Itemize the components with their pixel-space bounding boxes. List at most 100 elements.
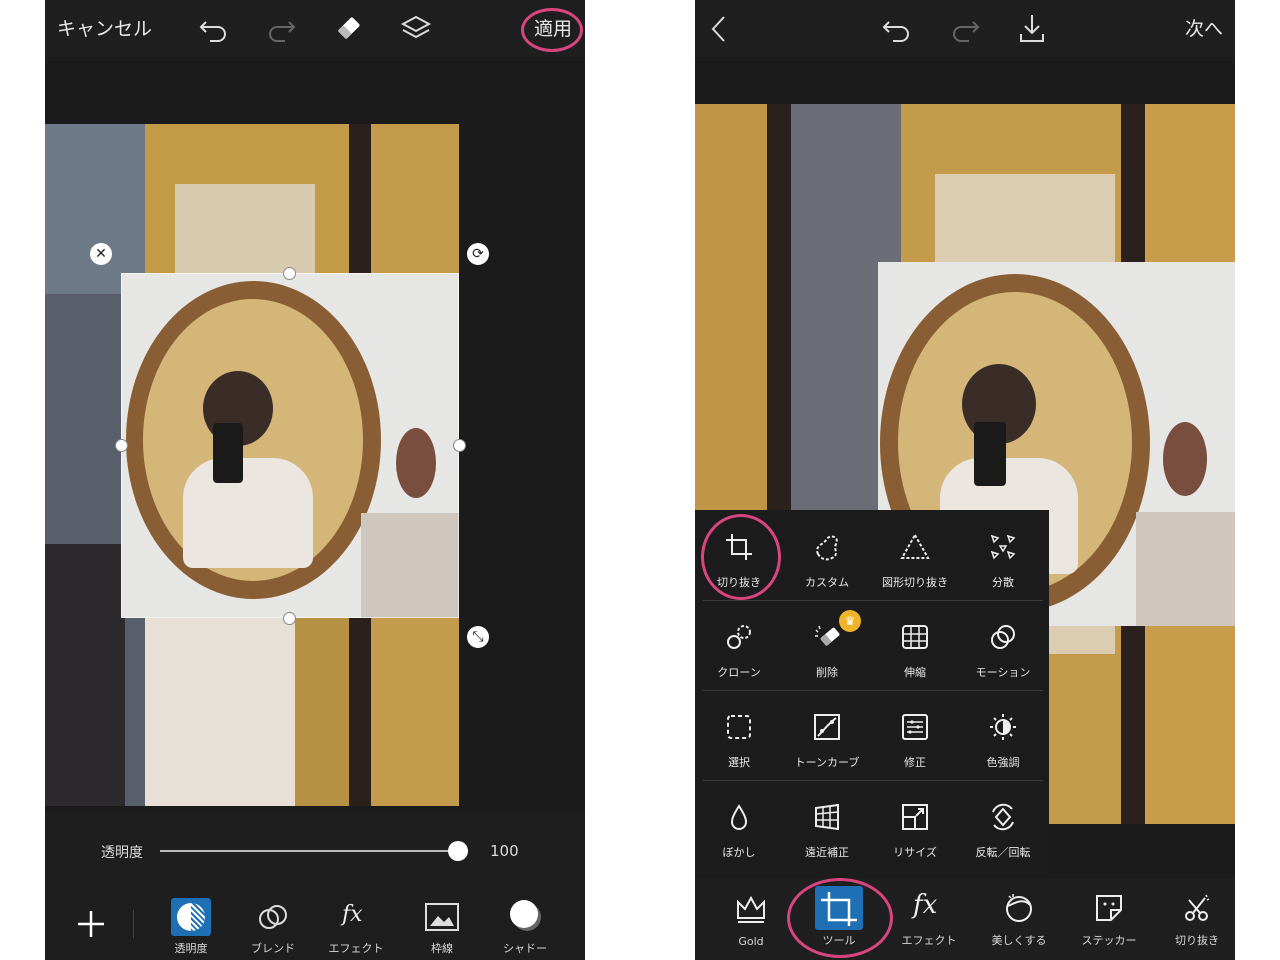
eraser-icon[interactable]	[333, 12, 365, 44]
adjust-icon	[902, 714, 928, 740]
resize-handle-left[interactable]	[115, 439, 128, 452]
tool-tone-curve[interactable]: トーンカーブ	[783, 690, 871, 780]
flip-rotate-icon	[992, 803, 1014, 831]
tab-opacity-label: 透明度	[174, 942, 208, 955]
tool-blur[interactable]: ぼかし	[695, 780, 783, 870]
tool-label: リサイズ	[893, 846, 937, 859]
custom-shape-icon	[816, 535, 838, 561]
tool-label: 分散	[992, 576, 1014, 589]
tab-effects-label: エフェクト	[328, 942, 384, 955]
tools-highlight-ring	[787, 878, 893, 958]
tool-label: トーンカーブ	[794, 756, 860, 769]
tool-resize[interactable]: リサイズ	[871, 780, 959, 870]
resize-handle-bottom[interactable]	[283, 612, 296, 625]
color-enhance-icon	[990, 714, 1016, 740]
left-screen: キャンセル 適用 ✕ ⟳ ⤡ 透明度 100 透明度 ブレンド fx エフェクト…	[45, 0, 585, 960]
opacity-slider-track[interactable]	[160, 850, 468, 852]
tab-divider	[133, 910, 134, 938]
tool-perspective[interactable]: 遠近補正	[783, 780, 871, 870]
tool-label: クローン	[717, 666, 761, 679]
blend-icon	[259, 905, 287, 929]
right-top-bar: 次へ	[695, 0, 1235, 57]
fx-icon: fx	[342, 902, 363, 927]
clone-icon	[727, 625, 751, 649]
bottom-tab-label: ステッカー	[1081, 934, 1137, 947]
delete-layer-icon[interactable]: ✕	[90, 243, 112, 265]
tab-fx[interactable]: fx エフェクト	[889, 884, 969, 954]
tool-select[interactable]: 選択	[695, 690, 783, 780]
redo-icon[interactable]	[265, 14, 297, 42]
bottom-tab-label: Gold	[738, 935, 764, 948]
shape-crop-icon	[900, 532, 930, 559]
opacity-slider-thumb[interactable]	[448, 841, 468, 861]
tool-label: モーション	[975, 666, 1031, 679]
layers-icon[interactable]	[400, 14, 432, 42]
disperse-icon	[990, 534, 1016, 560]
bottom-tab-label: 切り抜き	[1175, 934, 1219, 947]
fx-icon: fx	[913, 890, 938, 920]
right-screen: 次へ 切り抜き カスタム 図形切り抜き 分散クローン 削除 ♛ 伸縮 モーション選択 トーンカー…	[695, 0, 1235, 960]
tone-curve-icon	[814, 714, 840, 740]
tool-label: 伸縮	[904, 666, 926, 679]
tool-label: 削除	[816, 666, 838, 679]
undo-icon[interactable]	[881, 14, 913, 42]
apply-highlight-ring	[521, 8, 583, 52]
border-icon	[425, 903, 459, 931]
resize-handle-right[interactable]	[453, 439, 466, 452]
perspective-icon	[815, 803, 839, 831]
tab-sticker[interactable]: ステッカー	[1069, 884, 1149, 954]
stretch-icon	[902, 625, 928, 649]
resize-handle-top[interactable]	[283, 267, 296, 280]
selection-frame	[121, 273, 459, 618]
sticker-icon	[1096, 895, 1122, 921]
left-top-bar: キャンセル 適用	[45, 0, 585, 57]
remove-icon	[815, 625, 840, 646]
tool-adjust[interactable]: 修正	[871, 690, 959, 780]
beautify-icon	[1006, 894, 1032, 922]
tool-label: 色強調	[986, 756, 1020, 769]
tab-shadow[interactable]: シャドー	[500, 896, 550, 956]
tab-beautify[interactable]: 美しくする	[979, 884, 1059, 954]
tool-label: 修正	[904, 756, 926, 769]
add-icon[interactable]	[75, 908, 107, 940]
motion-icon	[991, 625, 1015, 649]
tab-shadow-label: シャドー	[503, 942, 547, 955]
scale-icon[interactable]: ⤡	[467, 626, 489, 648]
premium-crown-badge: ♛	[839, 610, 861, 632]
tab-blend[interactable]: ブレンド	[248, 896, 298, 956]
tab-blend-label: ブレンド	[251, 942, 295, 955]
tool-custom-shape[interactable]: カスタム	[783, 510, 871, 600]
tool-remove[interactable]: 削除 ♛	[783, 600, 871, 690]
tool-clone[interactable]: クローン	[695, 600, 783, 690]
tool-stretch[interactable]: 伸縮	[871, 600, 959, 690]
tab-crown[interactable]: Gold	[711, 884, 791, 954]
tool-label: ぼかし	[722, 846, 756, 859]
tool-color-enhance[interactable]: 色強調	[959, 690, 1047, 780]
tab-cutout[interactable]: 切り抜き	[1157, 884, 1235, 954]
blur-icon	[730, 804, 748, 830]
undo-icon[interactable]	[198, 14, 230, 42]
back-icon[interactable]	[709, 14, 729, 44]
tab-opacity[interactable]: 透明度	[166, 896, 216, 956]
select-icon	[727, 715, 751, 739]
bottom-tab-label: エフェクト	[901, 934, 957, 947]
cutout-icon	[1185, 894, 1210, 921]
rotate-icon[interactable]: ⟳	[467, 243, 489, 265]
next-button[interactable]: 次へ	[1185, 14, 1223, 41]
tool-label: 図形切り抜き	[882, 576, 948, 589]
tab-effects[interactable]: fx エフェクト	[326, 896, 386, 956]
opacity-label: 透明度	[101, 845, 143, 861]
download-icon[interactable]	[1017, 12, 1047, 44]
opacity-value: 100	[490, 842, 519, 860]
tool-disperse[interactable]: 分散	[959, 510, 1047, 600]
opacity-icon	[171, 898, 211, 936]
tool-motion[interactable]: モーション	[959, 600, 1047, 690]
tool-shape-crop[interactable]: 図形切り抜き	[871, 510, 959, 600]
crop-highlight-ring	[701, 514, 781, 600]
tool-label: 選択	[728, 756, 750, 769]
tab-border[interactable]: 枠線	[417, 896, 467, 956]
tool-flip-rotate[interactable]: 反転／回転	[959, 780, 1047, 870]
redo-icon[interactable]	[949, 14, 981, 42]
cancel-button[interactable]: キャンセル	[57, 14, 152, 41]
crown-icon	[737, 895, 765, 923]
